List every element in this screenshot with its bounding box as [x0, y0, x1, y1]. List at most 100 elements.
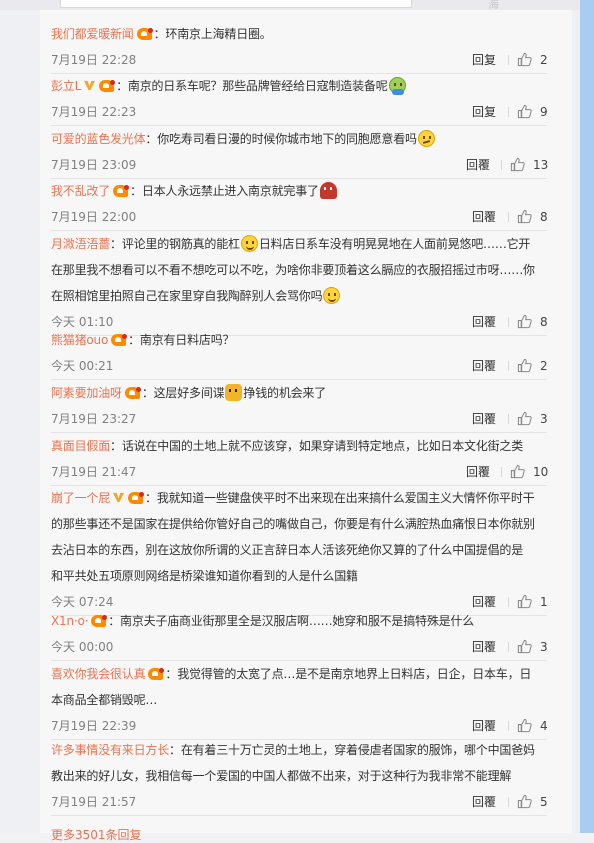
reply-input[interactable] [60, 0, 412, 8]
comment-username[interactable]: 月溦浯浯薔 [51, 237, 110, 251]
divider [508, 317, 509, 327]
like-icon[interactable] [517, 718, 532, 733]
comment-text: ：南京的日系车呢？那些品牌管经给日寇制造装备呢 [116, 79, 388, 93]
comment-item: 真面目假面：话说在中国的土地上就不应该穿，如果穿请到特定地点，比如日本文化街之类… [51, 433, 548, 486]
comment-meta: 7月19日 21:47 回覆 10 [51, 459, 548, 485]
comment-first-line: X1n·o· ：南京夫子庙商业街那里全是汉服店啊……她穿和服不是搞特殊是什么 [51, 608, 547, 634]
reply-button[interactable]: 回复 [472, 99, 496, 125]
like-icon[interactable] [517, 411, 532, 426]
comment-timestamp: 7月19日 21:47 [51, 465, 137, 479]
like-icon[interactable] [517, 358, 532, 373]
divider [508, 721, 509, 731]
comment-text-line: 和平共处五项原则网络是桥梁谁知道你看到的人是什么国籍 [51, 569, 358, 583]
comment-text: ：在有着三十万亡灵的土地上，穿着侵虐者国家的服饰，哪个中国爸妈 [169, 743, 535, 757]
smile-icon [240, 235, 258, 252]
divider [508, 642, 509, 652]
comment-item: 熊猫猪ouo ：南京有日料店吗？ 今天 00:21 回覆 2 [51, 327, 548, 380]
member-badge-icon [99, 80, 116, 92]
comment-timestamp: 7月19日 22:00 [51, 210, 137, 224]
reply-button[interactable]: 回覆 [472, 406, 496, 432]
comment-timestamp: 7月19日 21:57 [51, 795, 137, 809]
vip-v-icon [84, 80, 96, 91]
reply-button[interactable]: 回覆 [472, 353, 496, 379]
comment-meta: 7月19日 23:27 回覆 3 [51, 406, 548, 432]
like-count: 13 [533, 158, 549, 172]
like-count: 4 [540, 719, 548, 733]
comment-first-line: 喜欢你我会很认真 ：我觉得管的太宽了点…是不是南京地界上日料店，日企，日本车，日 [51, 661, 547, 687]
comment-text-line: 去沾日本的东西，别在这放你所谓的义正言辞日本人活该死绝你又算的了什么中国提倡的是 [51, 543, 524, 557]
comment-meta: 7月19日 22:23 回复 9 [51, 99, 548, 125]
comment-username[interactable]: 彭立L [51, 79, 81, 93]
more-replies-link[interactable]: 更多3501条回复 [51, 826, 142, 843]
member-badge-icon [128, 492, 145, 504]
scrollbar[interactable] [580, 0, 594, 833]
like-count: 5 [540, 795, 548, 809]
like-count: 2 [540, 359, 548, 373]
comment-timestamp: 今天 00:21 [51, 359, 114, 373]
comment-item: X1n·o· ：南京夫子庙商业街那里全是汉服店啊……她穿和服不是搞特殊是什么今天 … [51, 608, 548, 661]
member-badge-icon [111, 334, 128, 346]
comment-username[interactable]: 阿素要加油呀 [51, 386, 122, 400]
comment-username[interactable]: 喜欢你我会很认真 [51, 667, 146, 681]
comment-text: 在照相馆里拍照自己在家里穿自我陶醉别人会骂你吗 [51, 289, 323, 303]
like-icon[interactable] [510, 157, 525, 172]
like-icon[interactable] [510, 464, 525, 479]
comment-text: ：环南京上海精日圈。 [153, 27, 272, 41]
divider [508, 212, 509, 222]
comment-username[interactable]: 许多事情没有来日方长 [51, 743, 169, 757]
reply-button[interactable]: 回覆 [472, 634, 496, 660]
comment-meta: 7月19日 23:09 回覆 13 [51, 152, 549, 178]
like-count: 3 [540, 412, 548, 426]
comment-timestamp: 7月19日 22:28 [51, 53, 137, 67]
reply-button[interactable]: 回复 [472, 47, 496, 73]
like-icon[interactable] [517, 52, 532, 67]
comment-text: ：日本人永远禁止进入南京就完事了 [130, 184, 319, 198]
like-count: 8 [540, 210, 548, 224]
comment-first-line: 崩了一个屁 ：我就知道一些键盘侠平时不出来现在出来搞什么爱国主义大情怀你平时干 [51, 485, 547, 511]
reply-button[interactable]: 回覆 [472, 204, 496, 230]
comment-username[interactable]: 崩了一个屁 [51, 491, 110, 505]
divider [508, 55, 509, 65]
comment-item: 我不乱改了 ：日本人永远禁止进入南京就完事了 7月19日 22:00 回覆 8 [51, 178, 548, 231]
like-count: 2 [540, 53, 548, 67]
member-badge-icon [148, 668, 165, 680]
comment-item: 阿素要加油呀 ：这层好多间谍 挣钱的机会来了 7月19日 23:27 回覆 3 [51, 380, 548, 433]
comment-username[interactable]: X1n·o· [51, 614, 88, 628]
like-icon[interactable] [517, 209, 532, 224]
comment-username[interactable]: 熊猫猪ouo [51, 333, 108, 347]
top-bar: 海 [0, 0, 594, 11]
comment-username[interactable]: 我不乱改了 [51, 184, 110, 198]
comment-text: 日料店日系车没有明晃晃地在人面前晃悠吧……它开 [258, 237, 531, 251]
reply-button[interactable]: 回覆 [472, 713, 496, 739]
comment-item: 彭立L ：南京的日系车呢？那些品牌管经给日寇制造装备呢 7月19日 22:23 回复 9 [51, 73, 548, 126]
divider [508, 107, 509, 117]
like-icon[interactable] [517, 104, 532, 119]
comment-first-line: 月溦浯浯薔：评论里的钢筋真的能杠 日料店日系车没有明晃晃地在人面前晃悠吧……它开 [51, 231, 547, 257]
comment-meta: 7月19日 21:57 回覆 5 [51, 789, 548, 815]
comment-timestamp: 7月19日 23:09 [51, 158, 137, 172]
reply-button[interactable]: 回覆 [472, 789, 496, 815]
reply-button[interactable]: 回覆 [466, 152, 490, 178]
comment-username[interactable]: 可爱的蓝色发光体 [51, 132, 146, 146]
divider [508, 414, 509, 424]
member-badge-icon [91, 615, 108, 627]
like-icon[interactable] [517, 639, 532, 654]
comment-text: ：话说在中国的土地上就不应该穿，如果穿请到特定地点，比如日本文化街之类 [110, 439, 524, 453]
comment-meta: 今天 00:21 回覆 2 [51, 353, 548, 379]
comment-text: ：南京夫子庙商业街那里全是汉服店啊……她穿和服不是搞特殊是什么 [108, 614, 475, 628]
comment-text: ：这层好多间谍 [141, 386, 225, 400]
think-icon [417, 130, 435, 147]
like-icon[interactable] [517, 594, 532, 609]
comment-text-line: 在那里我不想看可以不看不想吃可以不吃，为啥你非要顶着这么膈应的衣服招摇过市呀……… [51, 263, 535, 277]
comment-username[interactable]: 我们都爱暖新闻 [51, 27, 134, 41]
comment-text: 挣钱的机会来了 [243, 386, 327, 400]
comment-timestamp: 7月19日 23:27 [51, 412, 137, 426]
like-icon[interactable] [517, 794, 532, 809]
comment-text-line: 的那些事还不是国家在提供给你管好自己的嘴做自己，你要是有什么满腔热血痛恨日本你就… [51, 517, 535, 531]
comment-username[interactable]: 真面目假面 [51, 439, 110, 453]
divider [501, 160, 502, 170]
comment-timestamp: 今天 00:00 [51, 640, 114, 654]
member-badge-icon [113, 185, 130, 197]
reply-button[interactable]: 回覆 [466, 459, 490, 485]
vip-v-icon [113, 492, 125, 503]
